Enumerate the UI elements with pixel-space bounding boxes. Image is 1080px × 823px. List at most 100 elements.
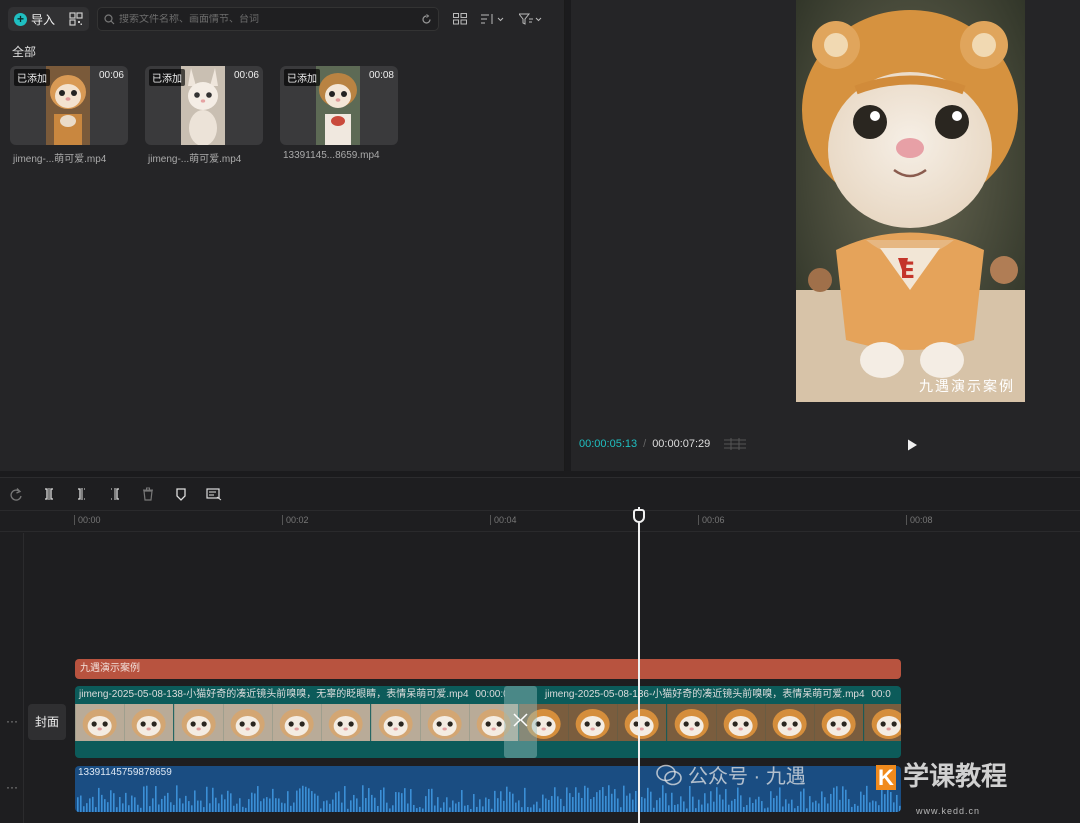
trim-left-icon[interactable]	[74, 486, 90, 502]
ruler-tick: 00:02	[282, 515, 309, 525]
preview-panel: E 九遇演示案例 00:00:05:13 / 00:00:07:29	[571, 0, 1080, 471]
waveform-bar	[212, 787, 214, 812]
refresh-icon[interactable]	[421, 13, 432, 25]
waveform-bar	[782, 806, 784, 812]
media-item[interactable]: 已添加 00:06 jimeng-...萌可爱.mp4	[10, 66, 128, 165]
text-clip[interactable]: 九遇演示案例	[75, 659, 901, 679]
time-ruler[interactable]: 00:00 00:02 00:04 00:06 00:08	[0, 510, 1080, 532]
media-grid: 已添加 00:06 jimeng-...萌可爱.mp4 已添加 00:06 ji…	[10, 66, 398, 165]
mark-icon[interactable]	[173, 486, 189, 502]
waveform-bar	[278, 798, 280, 812]
waveform-bar	[410, 789, 412, 812]
media-thumbnail[interactable]: 已添加 00:08	[280, 66, 398, 145]
import-button[interactable]: + 导入	[14, 11, 55, 28]
added-badge: 已添加	[284, 69, 320, 86]
qr-code-icon[interactable]	[69, 12, 83, 26]
waveform-bar	[893, 802, 895, 812]
waveform-bar	[758, 796, 760, 812]
waveform-bar	[155, 786, 157, 812]
waveform-bar	[890, 792, 892, 812]
transition-icon	[513, 713, 528, 727]
delete-icon[interactable]	[140, 486, 156, 502]
video-track[interactable]: jimeng-2025-05-08-138-小猫好奇的凑近镜头前嗅嗅，无辜的眨眼…	[75, 686, 901, 758]
view-mode-icon[interactable]	[453, 13, 468, 25]
waveform-bar	[779, 787, 781, 812]
waveform-bar	[356, 798, 358, 812]
waveform-bar	[605, 795, 607, 812]
waveform-bar	[482, 806, 484, 812]
waveform-bar	[836, 786, 838, 812]
waveform-bar	[251, 792, 253, 812]
media-thumbnail[interactable]: 已添加 00:06	[10, 66, 128, 145]
duration-label: 00:06	[233, 70, 259, 81]
waveform-bar	[851, 806, 853, 812]
split-icon[interactable]	[41, 486, 57, 502]
transition-marker[interactable]	[504, 686, 537, 758]
waveform-bar	[341, 802, 343, 812]
import-label: 导入	[31, 12, 56, 27]
waveform-bar	[308, 788, 310, 812]
brand-watermark: K 学课教程	[876, 756, 1007, 793]
waveform-bar	[347, 808, 349, 812]
playhead[interactable]	[638, 507, 640, 823]
waveform-bar	[572, 797, 574, 812]
waveform-bar	[440, 807, 442, 812]
media-item[interactable]: 已添加 00:06 jimeng-...萌可爱.mp4	[145, 66, 263, 165]
waveform-bar	[392, 805, 394, 812]
waveform-bar	[899, 805, 901, 812]
waveform-bar	[818, 803, 820, 812]
waveform-bar	[224, 799, 226, 812]
playhead-handle[interactable]	[633, 509, 645, 523]
waveform-bar	[557, 796, 559, 812]
waveform-bar	[602, 787, 604, 812]
preview-video[interactable]: E 九遇演示案例	[796, 0, 1025, 402]
waveform-bar	[443, 802, 445, 812]
waveform-bar	[449, 807, 451, 812]
waveform-bar	[896, 794, 898, 812]
waveform-bar	[764, 808, 766, 812]
frame-grid-icon[interactable]	[724, 438, 747, 450]
waveform-bar	[77, 797, 79, 812]
waveform-bar	[674, 804, 676, 812]
waveform-bar	[662, 785, 664, 812]
play-icon[interactable]	[905, 438, 919, 452]
waveform-bar	[512, 793, 514, 812]
waveform-bar	[413, 804, 415, 812]
waveform-bar	[845, 789, 847, 812]
waveform-bar	[737, 787, 739, 812]
waveform-bar	[554, 787, 556, 812]
waveform-bar	[269, 798, 271, 812]
sort-icon[interactable]	[481, 13, 505, 25]
waveform-bar	[761, 801, 763, 812]
audio-track-menu-icon[interactable]: ···	[6, 780, 18, 794]
plus-icon: +	[14, 12, 27, 26]
search-input[interactable]	[119, 13, 422, 25]
media-item[interactable]: 已添加 00:08 13391145...8659.mp4	[280, 66, 398, 165]
added-badge: 已添加	[149, 69, 185, 86]
waveform-bar	[407, 803, 409, 812]
waveform-bar	[875, 801, 877, 812]
filter-icon[interactable]	[519, 13, 543, 25]
view-tools	[453, 13, 543, 25]
waveform-bar	[491, 808, 493, 812]
video-track-menu-icon[interactable]: ···	[6, 714, 18, 728]
waveform-bar	[86, 803, 88, 812]
waveform-bar	[659, 797, 661, 812]
caption-icon[interactable]	[206, 486, 222, 502]
waveform-bar	[296, 790, 298, 812]
waveform-bar	[731, 800, 733, 812]
trim-right-icon[interactable]	[107, 486, 123, 502]
redo-icon[interactable]	[8, 486, 24, 502]
video-watermark: 九遇演示案例	[919, 379, 1015, 395]
brand-text: 学课教程	[903, 761, 1008, 791]
all-category-label[interactable]: 全部	[12, 43, 36, 60]
waveform-bar	[125, 792, 127, 812]
waveform-bar	[398, 792, 400, 812]
cover-button[interactable]: 封面	[28, 704, 66, 740]
search-box[interactable]	[97, 7, 440, 31]
media-thumbnail[interactable]: 已添加 00:06	[145, 66, 263, 145]
waveform-bar	[200, 800, 202, 812]
waveform-bar	[584, 785, 586, 812]
waveform-bar	[338, 791, 340, 812]
waveform-bar	[137, 804, 139, 812]
